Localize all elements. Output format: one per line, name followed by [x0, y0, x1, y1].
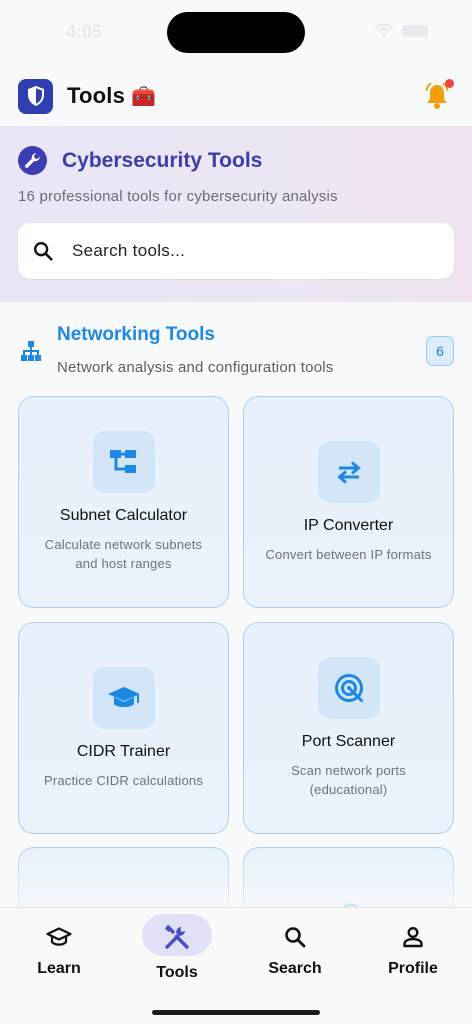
tab-profile[interactable]: Profile [354, 908, 472, 988]
status-indicators [374, 24, 428, 38]
tool-name: CIDR Trainer [76, 742, 171, 760]
swap-arrows-icon [317, 440, 380, 503]
search-icon [282, 924, 308, 950]
hero-subtitle: 16 professional tools for cybersecurity … [18, 188, 338, 205]
shield-icon [27, 86, 44, 106]
tool-card-port-scanner[interactable]: Port Scanner Scan network ports (educati… [243, 622, 454, 834]
hero-title: Cybersecurity Tools [62, 148, 263, 172]
tab-learn[interactable]: Learn [0, 908, 118, 988]
page-title: Tools [67, 83, 126, 108]
tool-name: Subnet Calculator [59, 507, 188, 524]
radar-icon [317, 657, 380, 719]
search-bar[interactable] [18, 223, 454, 279]
graduation-cap-icon [92, 666, 155, 729]
tab-tools[interactable]: Tools [118, 908, 236, 988]
section-header: Networking Tools Network analysis and co… [0, 302, 472, 396]
search-input[interactable] [72, 241, 402, 261]
tab-label: Tools [156, 964, 198, 981]
person-icon [400, 924, 426, 950]
tool-count-badge: 6 [426, 336, 454, 366]
section-subtitle: Network analysis and configuration tools [57, 359, 334, 376]
tool-name: IP Converter [303, 516, 394, 534]
graduation-cap-icon [46, 924, 72, 950]
tab-search[interactable]: Search [236, 908, 354, 988]
tools-icon [164, 924, 190, 950]
subnet-icon [92, 431, 155, 493]
wrench-icon [18, 146, 47, 175]
toolbox-emoji: 🧰 [131, 85, 156, 108]
notification-dot [445, 79, 454, 88]
tool-name: Port Scanner [301, 733, 396, 750]
app-header: Tools 🧰 [0, 66, 472, 126]
tool-card-cidr-trainer[interactable]: CIDR Trainer Practice CIDR calculations [18, 622, 229, 834]
network-icon [21, 341, 41, 361]
battery-icon [402, 25, 428, 37]
app-logo [18, 78, 53, 114]
status-bar: 4:05 [0, 0, 472, 66]
tab-label: Learn [37, 960, 81, 977]
tool-description: Calculate network subnets and host range… [44, 537, 203, 571]
hero-banner: Cybersecurity Tools 16 professional tool… [0, 126, 472, 302]
tool-card-ip-converter[interactable]: IP Converter Convert between IP formats [243, 396, 454, 608]
bottom-tab-bar: Learn Tools Search Profile [0, 907, 472, 1024]
tool-description: Convert between IP formats [265, 546, 432, 562]
tool-description: Scan network ports (educational) [291, 763, 406, 797]
status-time: 4:05 [66, 22, 103, 42]
dynamic-island [167, 12, 305, 53]
section-title: Networking Tools [57, 324, 215, 345]
tool-description: Practice CIDR calculations [43, 772, 204, 788]
search-icon [34, 242, 53, 261]
tab-label: Search [268, 960, 322, 977]
wifi-icon [374, 24, 394, 37]
home-indicator [152, 1010, 320, 1015]
tool-card-subnet-calculator[interactable]: Subnet Calculator Calculate network subn… [18, 396, 229, 608]
tab-label: Profile [388, 960, 438, 977]
